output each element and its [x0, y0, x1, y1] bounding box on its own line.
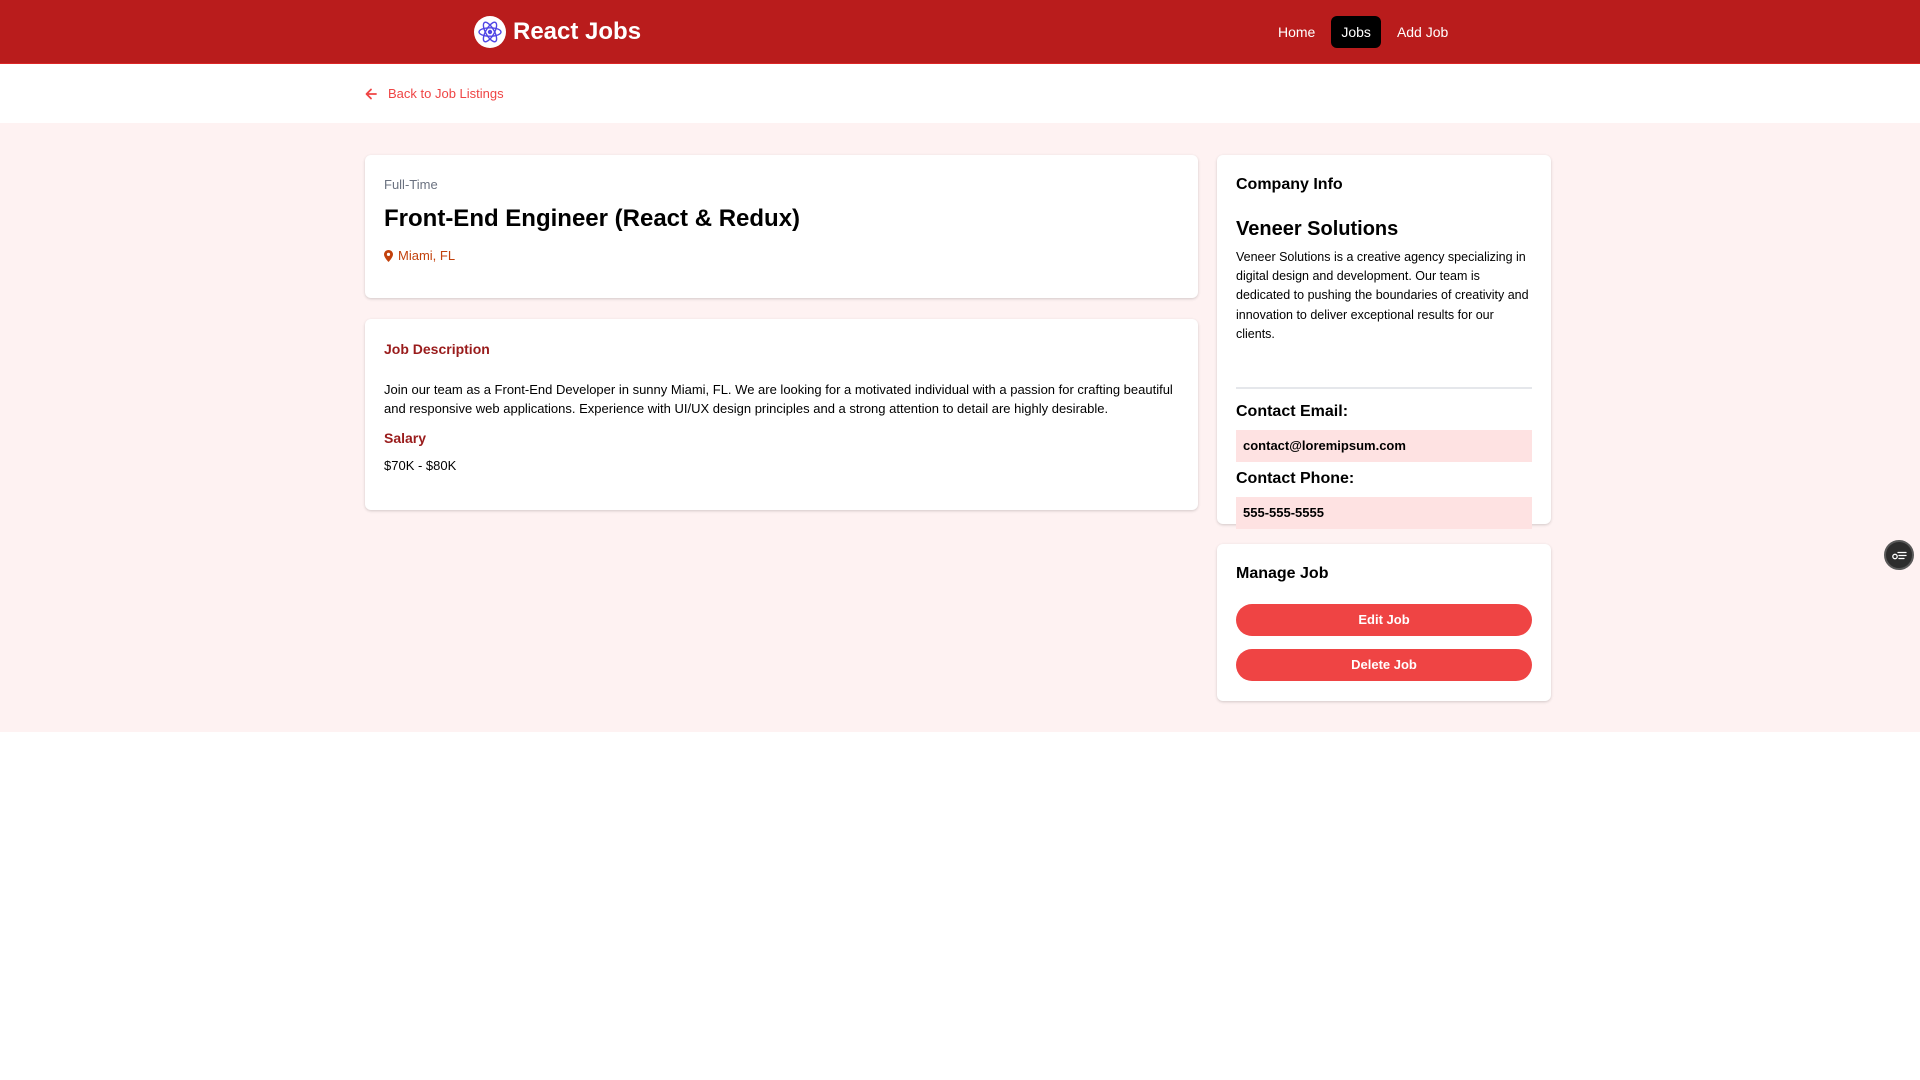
navbar: React Jobs Home Jobs Add Job — [0, 0, 1920, 64]
company-info-card: Company Info Veneer Solutions Veneer Sol… — [1217, 155, 1551, 529]
company-info-heading: Company Info — [1236, 176, 1343, 193]
job-location: Miami, FL — [384, 248, 455, 263]
job-location-text: Miami, FL — [398, 248, 456, 263]
react-logo-icon — [474, 16, 506, 48]
company-description: Veneer Solutions is a creative agency sp… — [1236, 250, 1529, 341]
back-section: Back to Job Listings — [0, 65, 1920, 123]
nav-link-jobs[interactable]: Jobs — [1331, 16, 1381, 48]
contact-phone-label: Contact Phone: — [1236, 470, 1355, 487]
nav-link-home[interactable]: Home — [1268, 16, 1325, 48]
manage-job-heading: Manage Job — [1236, 565, 1329, 582]
contact-email-label: Contact Email: — [1236, 403, 1349, 420]
job-description-heading: Job Description — [384, 341, 490, 357]
manage-job-card: Manage Job Edit Job Delete Job — [1217, 544, 1551, 701]
contact-phone-value: 555-555-5555 — [1236, 497, 1532, 529]
job-header-card: Full-Time Front-End Engineer (React & Re… — [365, 155, 1198, 298]
arrow-left-icon — [365, 88, 377, 99]
job-type: Full-Time — [384, 177, 438, 192]
brand-link[interactable]: React Jobs — [474, 16, 641, 48]
contact-email-value: contact@loremipsum.com — [1236, 430, 1532, 462]
job-description-text: Join our team as a Front-End Developer i… — [384, 382, 1173, 416]
salary-value: $70K - $80K — [384, 458, 457, 473]
job-detail-main: Full-Time Front-End Engineer (React & Re… — [0, 123, 1920, 732]
back-to-listings-link[interactable]: Back to Job Listings — [365, 86, 504, 101]
delete-job-button[interactable]: Delete Job — [1236, 649, 1532, 681]
floating-tool-button[interactable] — [1884, 540, 1914, 570]
back-link-label: Back to Job Listings — [388, 86, 504, 101]
brand-name: React Jobs — [513, 18, 642, 45]
nav-link-add-job[interactable]: Add Job — [1387, 16, 1458, 48]
edit-job-button[interactable]: Edit Job — [1236, 604, 1532, 636]
job-title: Front-End Engineer (React & Redux) — [384, 205, 801, 232]
filter-list-icon — [1892, 551, 1907, 560]
company-name: Veneer Solutions — [1236, 218, 1399, 240]
salary-heading: Salary — [384, 430, 427, 446]
nav-links: Home Jobs Add Job — [1268, 16, 1464, 48]
job-description-card: Job Description Join our team as a Front… — [365, 319, 1198, 510]
map-marker-icon — [384, 249, 393, 262]
company-divider — [1236, 387, 1532, 389]
